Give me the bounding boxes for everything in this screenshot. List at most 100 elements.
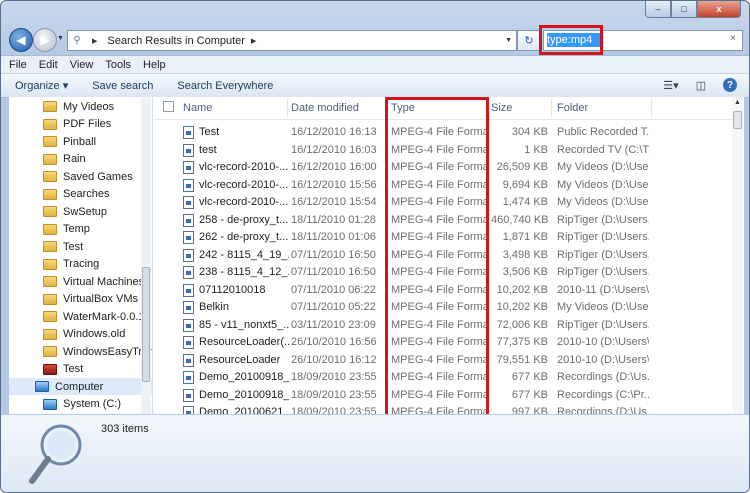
video-file-icon — [183, 318, 194, 332]
folder-icon — [43, 258, 57, 270]
nav-item[interactable]: Searches — [9, 186, 152, 203]
column-divider[interactable] — [551, 99, 552, 117]
nav-item-label: Test — [63, 363, 84, 375]
video-file-icon — [183, 231, 194, 244]
video-file-icon — [183, 336, 194, 349]
forward-button[interactable]: ▶ — [33, 28, 57, 52]
breadcrumb-chevron-icon[interactable]: ▶ — [251, 37, 256, 45]
file-date: 16/12/2010 15:56 — [291, 178, 377, 191]
scroll-up-icon[interactable]: ▲ — [734, 99, 741, 106]
content-area: System (C:) Computer Test WindowsEasyTran Wi… — [9, 97, 744, 414]
file-date: 07/11/2010 16:50 — [291, 248, 376, 261]
nav-item[interactable]: Rain — [9, 151, 152, 168]
search-everywhere-button[interactable]: Search Everywhere — [177, 80, 273, 92]
column-date-modified[interactable]: Date modified — [291, 102, 359, 114]
file-name: 242 - 8115_4_19_... — [199, 248, 289, 261]
close-button[interactable]: x — [697, 1, 741, 18]
file-list-scrollbar[interactable]: ▲ — [732, 97, 743, 414]
drive-icon — [43, 398, 57, 410]
organize-button[interactable]: Organize ▾ — [15, 79, 68, 92]
video-file-icon — [183, 248, 194, 262]
file-folder: RipTiger (D:\Users... — [557, 248, 649, 261]
file-size: 77,375 KB — [496, 336, 548, 348]
nav-scrollbar[interactable] — [141, 97, 151, 414]
nav-item[interactable]: Tracing — [9, 256, 152, 273]
address-dropdown-icon[interactable]: ▼ — [505, 37, 512, 44]
folder-icon — [43, 136, 57, 147]
nav-item[interactable]: PDF Files — [9, 116, 152, 133]
file-scroll-thumb[interactable] — [733, 111, 742, 129]
maximize-button[interactable]: □ — [671, 1, 697, 18]
nav-scroll-thumb[interactable] — [142, 267, 150, 382]
folder-icon — [43, 206, 57, 217]
save-search-button[interactable]: Save search — [92, 80, 153, 92]
nav-item-label: WaterMark-0.0.1 — [63, 310, 145, 323]
file-list: Name Date modified Type Size Folder Test 16/1… — [154, 97, 744, 414]
column-size[interactable]: Size — [491, 102, 512, 114]
nav-item-label: PDF Files — [63, 118, 112, 130]
nav-item[interactable]: System (C:) — [9, 396, 152, 413]
preview-pane-icon[interactable]: ◫ — [693, 77, 709, 93]
help-icon[interactable]: ? — [723, 78, 737, 92]
nav-item[interactable]: Saved Games — [9, 168, 152, 185]
nav-item[interactable]: My Videos — [9, 98, 152, 115]
breadcrumb-chevron-icon[interactable]: ▶ — [92, 37, 97, 45]
file-date: 16/12/2010 16:00 — [291, 161, 377, 173]
file-date: 07/11/2010 16:50 — [291, 266, 376, 278]
video-file-icon — [183, 266, 194, 279]
file-folder: My Videos (D:\Use... — [557, 301, 649, 313]
forward-arrow-icon: ▶ — [40, 33, 50, 47]
column-divider[interactable] — [287, 99, 288, 117]
nav-item[interactable]: Windows.old — [9, 326, 152, 343]
video-file-icon — [183, 371, 194, 384]
file-size: 3,506 KB — [502, 266, 548, 278]
file-size: 26,509 KB — [496, 161, 548, 173]
menu-view[interactable]: View — [70, 59, 94, 71]
minimize-button[interactable]: – — [645, 1, 671, 18]
view-options-icon[interactable]: ☰▾ — [663, 77, 679, 93]
file-name: 238 - 8115_4_12_... — [199, 266, 289, 278]
nav-item[interactable]: Virtual Machines — [9, 273, 152, 290]
type-column-highlight-box — [385, 97, 489, 414]
menu-file[interactable]: File — [9, 59, 27, 71]
back-button[interactable]: ◀ — [9, 28, 33, 52]
column-divider[interactable] — [651, 99, 652, 117]
nav-item[interactable]: SwSetup — [9, 203, 152, 220]
breadcrumb[interactable]: Search Results in Computer — [107, 35, 245, 47]
nav-item[interactable]: Test — [9, 361, 152, 378]
file-folder: Public Recorded T... — [557, 126, 649, 138]
nav-item[interactable]: VirtualBox VMs — [9, 291, 152, 308]
nav-item[interactable]: Test — [9, 238, 152, 255]
command-bar: Organize ▾ Save search Search Everywhere… — [1, 73, 749, 98]
nav-item-label: Pinball — [63, 135, 97, 148]
clear-search-icon[interactable]: × — [730, 33, 736, 44]
explorer-window: – □ x ◀ ▶ ▼ ⚲ ▶ Search Results in Comput… — [0, 0, 750, 493]
video-file-icon — [183, 406, 194, 414]
file-folder: Recordings (C:\Pr... — [557, 388, 649, 401]
column-name[interactable]: Name — [183, 102, 212, 114]
column-folder[interactable]: Folder — [557, 102, 588, 114]
file-name: 262 - de-proxy_t... — [199, 231, 289, 243]
menu-help[interactable]: Help — [143, 59, 166, 71]
menu-edit[interactable]: Edit — [39, 59, 58, 71]
nav-item-label: Virtual Machines — [63, 275, 145, 288]
menu-bar: File Edit View Tools Help — [1, 55, 749, 74]
nav-item[interactable]: WaterMark-0.0.1 — [9, 308, 152, 325]
refresh-button[interactable]: ↻ — [517, 30, 541, 51]
file-name: vlc-record-2010-... — [199, 196, 289, 208]
search-highlight-box — [539, 25, 603, 55]
menu-tools[interactable]: Tools — [105, 59, 131, 71]
refresh-icon: ↻ — [524, 35, 534, 47]
file-name: vlc-record-2010-... — [199, 161, 289, 173]
video-file-icon — [183, 283, 194, 297]
address-bar[interactable]: ⚲ ▶ Search Results in Computer ▶ ▼ — [67, 30, 517, 51]
nav-item[interactable]: Pinball — [9, 133, 152, 150]
select-all-checkbox[interactable] — [163, 101, 174, 112]
recent-pages-dropdown[interactable]: ▼ — [57, 35, 64, 42]
nav-item[interactable]: WindowsEasyTran — [9, 343, 152, 360]
file-date: 07/11/2010 06:22 — [291, 283, 376, 296]
nav-item[interactable]: Temp — [9, 221, 152, 238]
file-name: Belkin — [199, 301, 229, 313]
nav-item[interactable]: Computer — [9, 378, 152, 395]
file-date: 03/11/2010 23:09 — [291, 318, 376, 331]
